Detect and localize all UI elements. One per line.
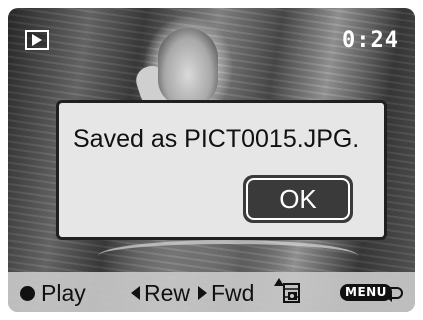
forward-hint-label: Fwd <box>211 280 255 306</box>
playback-mode-icon <box>25 30 49 50</box>
photo-subject <box>158 28 218 106</box>
frame-capture-icon[interactable] <box>274 278 302 306</box>
lcd-screen: 0:24 Saved as PICT0015.JPG. OK Play Rew … <box>8 8 415 312</box>
menu-button-badge[interactable]: MENU <box>340 284 392 301</box>
right-arrow-icon <box>198 286 207 300</box>
center-button-icon <box>20 285 35 301</box>
save-confirmation-dialog: Saved as PICT0015.JPG. OK <box>56 100 387 240</box>
left-arrow-icon <box>131 286 140 300</box>
rewind-hint-label: Rew <box>144 280 191 306</box>
play-hint[interactable]: Play <box>20 280 86 306</box>
control-hints-bar: Play Rew Fwd MENU <box>8 272 415 312</box>
movie-timer: 0:24 <box>342 28 399 53</box>
forward-hint[interactable]: Fwd <box>198 280 254 306</box>
ok-button[interactable]: OK <box>243 175 353 223</box>
dialog-message: Saved as PICT0015.JPG. <box>73 125 360 153</box>
photo-bicycle <box>98 240 358 272</box>
rewind-hint[interactable]: Rew <box>131 280 190 306</box>
return-icon[interactable] <box>386 284 404 307</box>
play-hint-label: Play <box>41 280 86 306</box>
ok-button-label: OK <box>246 178 350 220</box>
camera-lcd-frame: 0:24 Saved as PICT0015.JPG. OK Play Rew … <box>0 0 423 320</box>
